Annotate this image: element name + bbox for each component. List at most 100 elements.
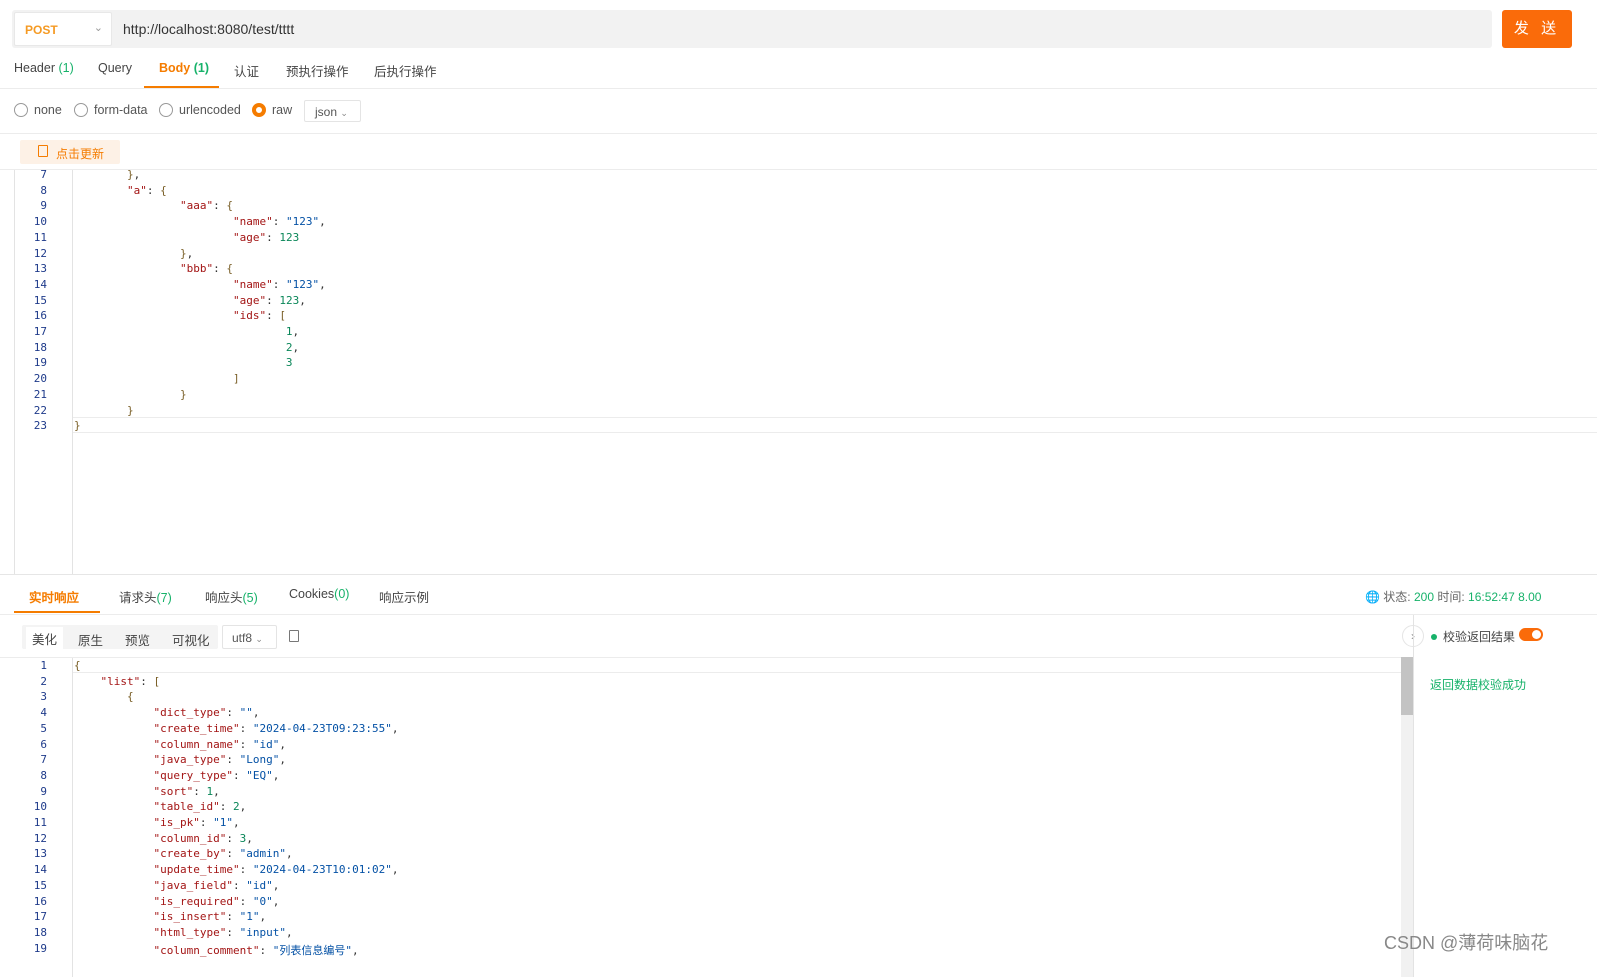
update-button[interactable]: 点击更新 bbox=[20, 140, 120, 164]
format-visualize[interactable]: 可视化 bbox=[172, 630, 210, 649]
status-label: 状态: bbox=[1383, 590, 1411, 604]
chevron-down-icon: ⌄ bbox=[255, 634, 263, 644]
update-button-label: 点击更新 bbox=[56, 147, 105, 161]
response-line-number: 19 bbox=[33, 941, 47, 955]
scrollbar-thumb[interactable] bbox=[1401, 657, 1413, 715]
radio-icon bbox=[159, 103, 173, 117]
response-code-line: "list": [ bbox=[100, 674, 161, 688]
radio-urlencoded[interactable]: urlencoded bbox=[159, 103, 241, 117]
tab-post-script[interactable]: 后执行操作 bbox=[374, 61, 437, 80]
response-line-number: 6 bbox=[40, 737, 47, 751]
response-gutter-border bbox=[72, 658, 73, 977]
format-raw[interactable]: 原生 bbox=[78, 630, 103, 649]
tab-header[interactable]: Header (1) bbox=[14, 61, 74, 75]
request-line-number: 22 bbox=[33, 403, 47, 417]
tab-label: 请求头 bbox=[119, 591, 157, 605]
tab-request-headers[interactable]: 请求头(7) bbox=[119, 587, 172, 606]
response-line-number: 18 bbox=[33, 925, 47, 939]
edit-icon bbox=[38, 145, 48, 157]
tab-label: 实时响应 bbox=[29, 591, 80, 605]
response-line-number: 11 bbox=[33, 816, 47, 829]
method-select[interactable]: POST ⌄ bbox=[14, 12, 112, 46]
tab-count: (0) bbox=[334, 587, 350, 601]
tab-body[interactable]: Body (1) bbox=[159, 61, 209, 75]
response-line-number: 3 bbox=[40, 690, 47, 704]
format-beautify[interactable]: 美化 bbox=[26, 627, 64, 650]
radio-form-data[interactable]: form-data bbox=[74, 103, 148, 117]
radio-raw[interactable]: raw bbox=[252, 103, 292, 117]
request-code-line: 3 bbox=[285, 356, 293, 370]
format-preview[interactable]: 预览 bbox=[125, 630, 150, 649]
validate-toggle[interactable] bbox=[1519, 628, 1543, 641]
status-dot-icon bbox=[1431, 633, 1437, 640]
divider bbox=[0, 657, 1413, 658]
response-code-line: "create_time": "2024-04-23T09:23:55", bbox=[153, 721, 399, 735]
encoding-select[interactable]: utf8 ⌄ bbox=[222, 625, 277, 649]
divider bbox=[0, 133, 1597, 134]
response-code-line: "column_name": "id", bbox=[153, 737, 286, 751]
response-code-line: "is_insert": "1", bbox=[153, 910, 267, 924]
response-line-number: 13 bbox=[33, 847, 47, 861]
request-code-line: ] bbox=[232, 372, 240, 386]
tab-label: Cookies bbox=[289, 587, 335, 601]
tab-response-headers[interactable]: 响应头(5) bbox=[205, 587, 258, 606]
active-tab-indicator bbox=[14, 611, 100, 613]
divider bbox=[0, 88, 1597, 89]
validate-message: 返回数据校验成功 bbox=[1430, 678, 1527, 692]
response-code-line: "java_field": "id", bbox=[153, 878, 280, 892]
divider bbox=[0, 614, 1597, 615]
editor-gutter-border bbox=[72, 170, 73, 574]
tab-label: Query bbox=[98, 61, 133, 75]
response-code-line: "create_by": "admin", bbox=[153, 847, 293, 861]
response-line-number: 12 bbox=[33, 831, 47, 845]
tab-label: 预执行操作 bbox=[286, 65, 349, 79]
tab-count: (5) bbox=[242, 591, 258, 605]
request-code-line: "a": { bbox=[126, 183, 167, 197]
tab-label: 响应示例 bbox=[379, 591, 430, 605]
send-button[interactable]: 发 送 bbox=[1502, 10, 1572, 48]
raw-format-select[interactable]: json ⌄ bbox=[304, 100, 361, 122]
request-code-line: }, bbox=[179, 246, 194, 260]
globe-icon: 🌐 bbox=[1365, 590, 1380, 604]
request-code-line: "age": 123 bbox=[232, 230, 300, 244]
current-line-bottom bbox=[73, 672, 1401, 673]
tab-pre-script[interactable]: 预执行操作 bbox=[286, 61, 349, 80]
request-code-line: 1, bbox=[285, 325, 300, 338]
response-line-number: 2 bbox=[40, 674, 47, 688]
request-line-number: 21 bbox=[33, 387, 47, 401]
tab-cookies[interactable]: Cookies(0) bbox=[289, 587, 349, 601]
method-label: POST bbox=[25, 23, 58, 37]
response-code-line: "column_comment": "列表信息编号", bbox=[153, 943, 359, 957]
tab-response-example[interactable]: 响应示例 bbox=[379, 587, 429, 606]
copy-icon[interactable] bbox=[289, 630, 299, 642]
request-code-line: }, bbox=[126, 168, 141, 181]
response-line-number: 16 bbox=[33, 894, 47, 908]
request-code-line: "age": 123, bbox=[232, 293, 306, 307]
response-code-line: "update_time": "2024-04-23T10:01:02", bbox=[153, 863, 399, 877]
response-code-line: "html_type": "input", bbox=[153, 925, 293, 939]
size-value: 8.00 bbox=[1518, 590, 1542, 604]
response-code-line: "table_id": 2, bbox=[153, 800, 247, 814]
tab-auth[interactable]: 认证 bbox=[234, 61, 259, 80]
response-status: 🌐 状态: 200 时间: 16:52:47 8.00 bbox=[1365, 588, 1541, 605]
chevron-down-icon: ⌄ bbox=[340, 108, 348, 118]
response-code-line: "query_type": "EQ", bbox=[153, 768, 280, 782]
radio-selected-icon bbox=[252, 103, 266, 117]
tab-label: 响应头 bbox=[205, 591, 243, 605]
tab-query[interactable]: Query bbox=[98, 61, 132, 75]
validate-label: 校验返回结果 bbox=[1443, 630, 1516, 644]
request-line-number: 23 bbox=[33, 419, 47, 433]
encoding-value: utf8 bbox=[232, 631, 253, 645]
tab-label: 认证 bbox=[234, 65, 260, 79]
request-line-number: 8 bbox=[40, 183, 47, 197]
toggle-knob bbox=[1532, 630, 1541, 639]
request-line-number: 17 bbox=[33, 325, 47, 338]
response-code-line: "column_id": 3, bbox=[153, 831, 253, 845]
divider bbox=[0, 574, 1597, 575]
response-code-line: "sort": 1, bbox=[153, 784, 220, 798]
radio-none[interactable]: none bbox=[14, 103, 62, 117]
validate-toggle-label: 校验返回结果 bbox=[1431, 628, 1515, 645]
request-line-number: 19 bbox=[33, 356, 47, 370]
url-input[interactable]: http://localhost:8080/test/tttt bbox=[123, 21, 294, 37]
tab-realtime-response[interactable]: 实时响应 bbox=[29, 587, 79, 606]
